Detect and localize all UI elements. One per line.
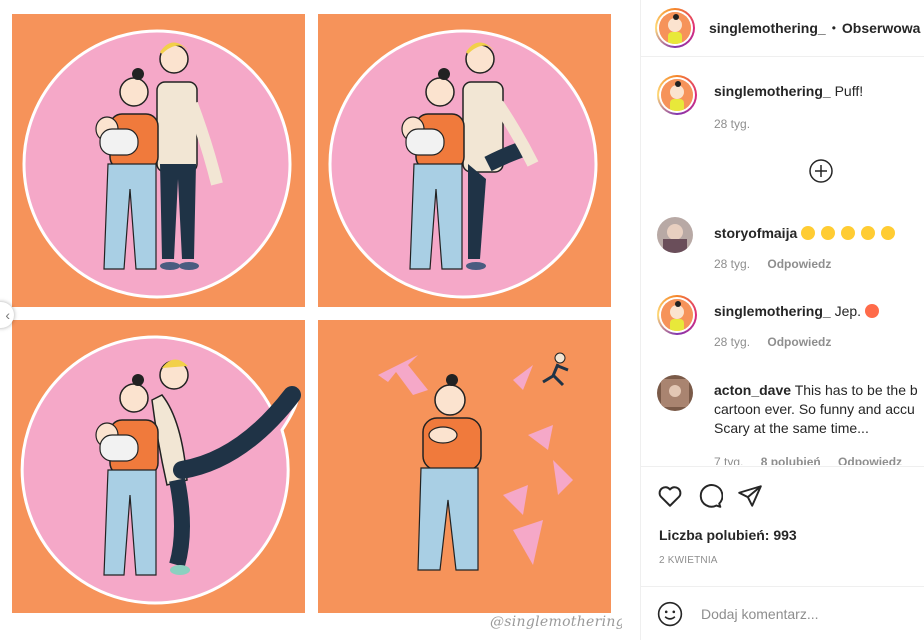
reply-button[interactable]: Odpowiedz	[838, 455, 902, 465]
comment-text-line-1: This has to be the b	[794, 382, 918, 398]
comment-time[interactable]: 28 tyg.	[714, 335, 750, 349]
comment-icon[interactable]	[697, 483, 723, 509]
comic-panel-4	[318, 320, 611, 613]
author-username[interactable]: singlemothering_	[709, 20, 826, 36]
heart-eyes-emoji-icon	[864, 304, 879, 318]
comment-time[interactable]: 7 tyg.	[714, 455, 743, 465]
comment-username[interactable]: acton_dave	[714, 382, 791, 398]
emoji-icon	[821, 226, 836, 240]
watermark: @singlemothering_	[490, 614, 622, 630]
emoji-icon	[840, 226, 855, 240]
caption: singlemothering_ Puff! 28 tyg.	[657, 75, 924, 155]
caption-text: Puff!	[834, 83, 864, 99]
reply-button[interactable]: Odpowiedz	[767, 257, 831, 271]
post-sidebar: singlemothering_ • Obserwowa singlemothe…	[640, 0, 924, 640]
emoji-icon	[801, 226, 816, 240]
chevron-left-icon: ‹	[5, 307, 10, 323]
author-avatar[interactable]	[655, 8, 695, 48]
post-header: singlemothering_ • Obserwowa	[641, 0, 924, 57]
emoji-icon[interactable]	[657, 601, 683, 627]
comment-text-line-3: Scary at the same time...	[714, 420, 869, 436]
comment-item: storyofmaija 28 tyg. Odpowiedz	[657, 217, 924, 277]
comment-likes[interactable]: 8 polubień	[761, 455, 821, 465]
comments-list: singlemothering_ Puff! 28 tyg. storyofma…	[641, 57, 924, 465]
comment-emojis	[801, 225, 897, 241]
commenter-avatar[interactable]	[657, 375, 693, 411]
caption-username[interactable]: singlemothering_	[714, 83, 831, 99]
header-separator: •	[831, 21, 836, 35]
comment-username[interactable]: singlemothering_	[714, 303, 831, 319]
comic-panel-3	[12, 320, 305, 613]
share-icon[interactable]	[737, 483, 763, 509]
comment-item: acton_dave This has to be the b cartoon …	[657, 375, 924, 465]
post-media: @singlemothering_ ‹	[0, 0, 622, 640]
commenter-avatar[interactable]	[657, 217, 693, 253]
emoji-icon	[860, 226, 875, 240]
follow-button[interactable]: Obserwowa	[842, 20, 921, 36]
commenter-avatar[interactable]	[657, 295, 697, 335]
comment-text: Jep.	[834, 303, 862, 319]
comment-item: singlemothering_ Jep. 28 tyg. Odpowiedz	[657, 295, 924, 355]
comic-panel-1	[12, 14, 305, 307]
caption-avatar[interactable]	[657, 75, 697, 115]
add-comment-bar	[641, 586, 924, 640]
post-date[interactable]: 2 KWIETNIA	[659, 555, 718, 566]
comic-panel-2	[318, 14, 611, 307]
emoji-icon	[880, 226, 895, 240]
post-actions: Liczba polubień: 993 2 KWIETNIA	[641, 466, 924, 587]
caption-time[interactable]: 28 tyg.	[714, 117, 750, 131]
likes-count[interactable]: Liczba polubień: 993	[659, 527, 797, 543]
plus-circle-icon	[809, 159, 833, 183]
heart-icon[interactable]	[657, 483, 683, 509]
comment-username[interactable]: storyofmaija	[714, 225, 797, 241]
reply-button[interactable]: Odpowiedz	[767, 335, 831, 349]
comment-text-line-2: cartoon ever. So funny and accu	[714, 401, 915, 417]
comment-time[interactable]: 28 tyg.	[714, 257, 750, 271]
load-more-comments-button[interactable]	[809, 159, 833, 183]
comment-input[interactable]	[699, 604, 883, 623]
